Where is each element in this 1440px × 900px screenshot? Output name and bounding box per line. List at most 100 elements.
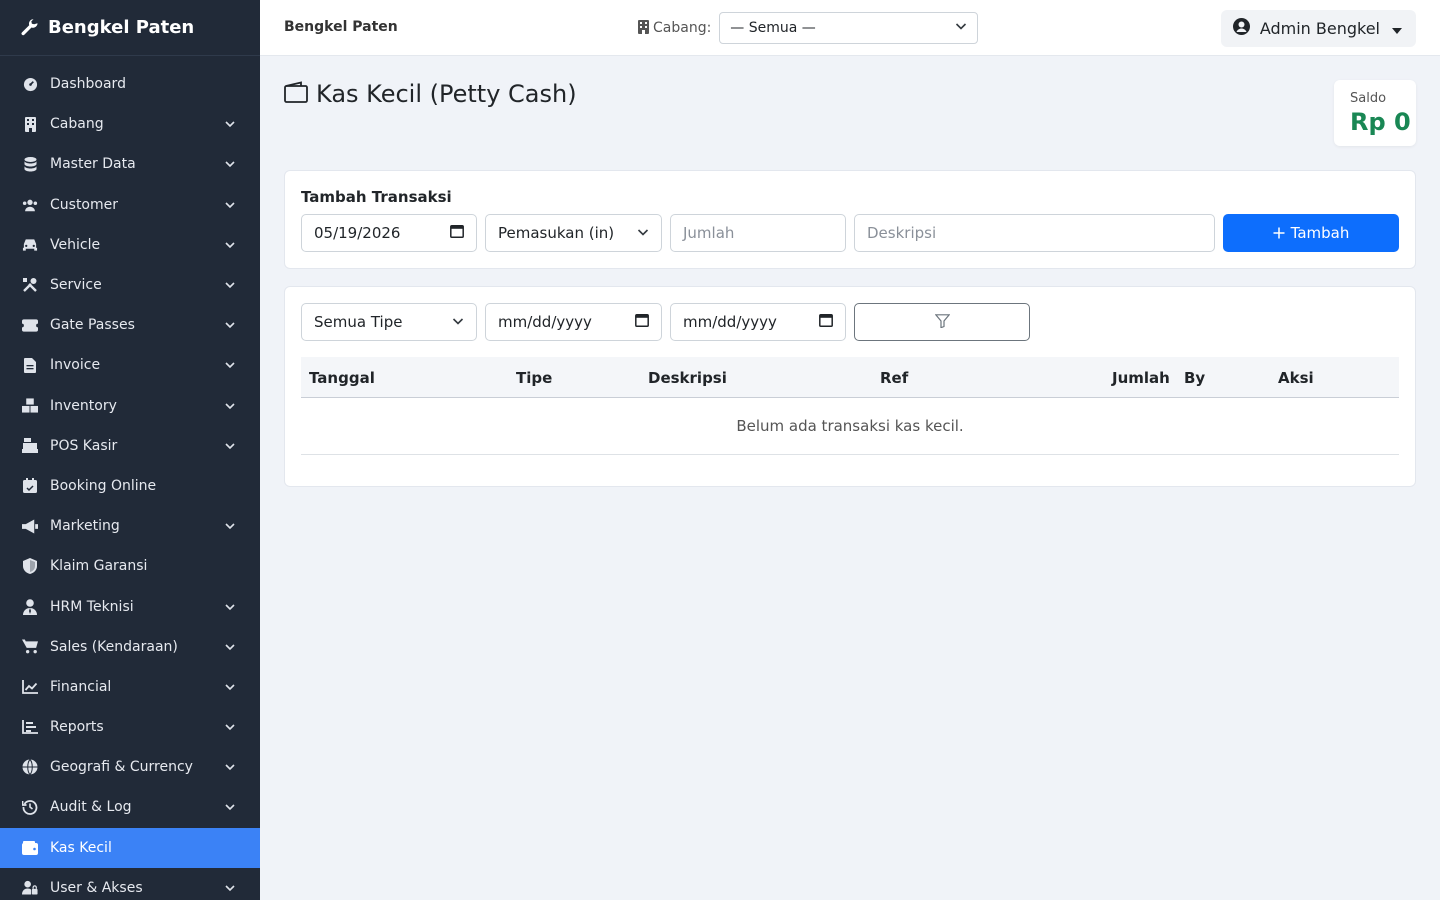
branch-selector: Cabang: — Semua — <box>638 12 979 44</box>
chevron-down-icon <box>224 440 236 452</box>
sidebar-item-kas-kecil[interactable]: Kas Kecil <box>0 827 260 868</box>
sidebar-item-audit-log[interactable]: Audit & Log <box>0 787 260 827</box>
page-title-text: Kas Kecil (Petty Cash) <box>316 80 577 108</box>
sidebar-item-booking-online[interactable]: Booking Online <box>0 466 260 506</box>
date-input[interactable]: 05/19/2026 <box>301 214 477 252</box>
globe-icon <box>22 759 38 776</box>
sidebar-item-klaim-garansi[interactable]: Klaim Garansi <box>0 546 260 586</box>
sidebar-item-label: Customer <box>50 196 119 213</box>
chevron-down-icon <box>637 224 649 242</box>
chevron-down-icon <box>224 239 236 251</box>
chevron-down-icon <box>224 400 236 412</box>
topbar: Bengkel Paten Cabang: — Semua — Admin Be… <box>260 0 1440 56</box>
filter-date-to-input[interactable]: mm/dd/yyyy <box>670 303 846 341</box>
chevron-down-icon <box>224 761 236 773</box>
chevron-down-icon <box>224 199 236 211</box>
sidebar-item-label: Vehicle <box>50 236 101 253</box>
filter-date-from-placeholder: mm/dd/yyyy <box>498 313 592 331</box>
sidebar-item-inventory[interactable]: Inventory <box>0 386 260 426</box>
sidebar-item-gate-passes[interactable]: Gate Passes <box>0 305 260 345</box>
chevron-down-icon <box>955 20 967 36</box>
column-header-by: By <box>1184 369 1206 387</box>
sidebar-item-invoice[interactable]: Invoice <box>0 345 260 385</box>
sidebar-item-label: User & Akses <box>50 879 143 896</box>
main-content: Kas Kecil (Petty Cash) Saldo Rp 0 Tambah… <box>284 56 1416 487</box>
gauge-icon <box>22 76 38 92</box>
saldo-value: Rp 0 <box>1350 108 1411 136</box>
page-header: Kas Kecil (Petty Cash) Saldo Rp 0 <box>284 56 1416 170</box>
chevron-down-icon <box>224 520 236 532</box>
amount-input-placeholder: Jumlah <box>683 224 735 242</box>
sidebar-item-label: Inventory <box>50 397 117 414</box>
sidebar-item-label: Geografi & Currency <box>50 759 193 776</box>
sidebar-item-user-akses[interactable]: User & Akses <box>0 868 260 900</box>
filter-button[interactable] <box>854 303 1030 341</box>
sidebar-item-dashboard[interactable]: Dashboard <box>0 64 260 104</box>
sidebar-item-master-data[interactable]: Master Data <box>0 144 260 184</box>
sidebar-item-hrm-teknisi[interactable]: HRM Teknisi <box>0 586 260 626</box>
type-select[interactable]: Pemasukan (in) <box>485 214 662 252</box>
sidebar-item-label: Kas Kecil <box>50 839 112 856</box>
cart-icon <box>22 639 38 655</box>
user-name: Admin Bengkel <box>1259 19 1380 38</box>
sidebar-nav: Dashboard Cabang Master Data Customer Ve… <box>0 56 260 900</box>
sidebar-item-pos-kasir[interactable]: POS Kasir <box>0 426 260 466</box>
chevron-down-icon <box>224 118 236 130</box>
chevron-down-icon <box>224 641 236 653</box>
column-header-ref: Ref <box>880 369 909 387</box>
branch-select[interactable]: — Semua — <box>719 12 979 44</box>
sidebar-item-cabang[interactable]: Cabang <box>0 104 260 144</box>
page-title: Kas Kecil (Petty Cash) <box>284 80 577 108</box>
tools-icon <box>22 277 38 293</box>
sidebar-item-label: Master Data <box>50 156 136 173</box>
calendar-icon <box>450 224 464 242</box>
sidebar-item-geografi-currency[interactable]: Geografi & Currency <box>0 747 260 787</box>
description-input[interactable]: Deskripsi <box>854 214 1215 252</box>
sidebar-item-financial[interactable]: Financial <box>0 667 260 707</box>
sidebar-item-label: Audit & Log <box>50 799 132 816</box>
filter-type-select[interactable]: Semua Tipe <box>301 303 477 341</box>
column-header-tanggal: Tanggal <box>309 369 375 387</box>
sidebar-item-label: Booking Online <box>50 477 157 494</box>
chevron-down-icon <box>224 279 236 291</box>
boxes-icon <box>22 398 38 414</box>
column-header-jumlah: Jumlah <box>1112 369 1170 387</box>
plus-icon <box>1273 227 1285 239</box>
sidebar-item-service[interactable]: Service <box>0 265 260 305</box>
sidebar-item-label: HRM Teknisi <box>50 598 134 615</box>
chevron-down-icon <box>224 681 236 693</box>
chevron-down-icon <box>224 601 236 613</box>
sidebar-item-label: Financial <box>50 678 112 695</box>
sidebar-item-marketing[interactable]: Marketing <box>0 506 260 546</box>
shield-icon <box>22 558 38 575</box>
sidebar-item-label: Klaim Garansi <box>50 558 148 575</box>
funnel-icon <box>934 313 950 332</box>
calendar-check-icon <box>22 478 38 494</box>
sidebar-item-reports[interactable]: Reports <box>0 707 260 747</box>
column-header-deskripsi: Deskripsi <box>648 369 727 387</box>
filter-type-value: Semua Tipe <box>314 313 403 331</box>
user-menu-button[interactable]: Admin Bengkel <box>1220 10 1416 47</box>
database-icon <box>22 156 38 172</box>
sidebar-item-label: Gate Passes <box>50 317 135 334</box>
sidebar-item-label: Service <box>50 277 102 294</box>
column-header-aksi: Aksi <box>1278 369 1314 387</box>
sidebar-item-label: Cabang <box>50 116 104 133</box>
table-empty-row: Belum ada transaksi kas kecil. <box>301 398 1399 455</box>
calendar-icon <box>819 313 833 331</box>
sidebar-item-sales-kendaraan[interactable]: Sales (Kendaraan) <box>0 627 260 667</box>
sidebar-item-label: Invoice <box>50 357 101 374</box>
calendar-icon <box>635 313 649 331</box>
add-transaction-button[interactable]: Tambah <box>1223 214 1399 252</box>
saldo-label: Saldo <box>1350 91 1387 106</box>
user-tie-icon <box>22 598 38 615</box>
sidebar-item-vehicle[interactable]: Vehicle <box>0 225 260 265</box>
description-input-placeholder: Deskripsi <box>867 224 937 242</box>
sidebar-item-customer[interactable]: Customer <box>0 185 260 225</box>
ticket-icon <box>22 317 38 333</box>
amount-input[interactable]: Jumlah <box>670 214 846 252</box>
brand[interactable]: Bengkel Paten <box>0 0 260 56</box>
car-icon <box>22 237 38 253</box>
bullhorn-icon <box>22 518 38 534</box>
filter-date-from-input[interactable]: mm/dd/yyyy <box>485 303 662 341</box>
